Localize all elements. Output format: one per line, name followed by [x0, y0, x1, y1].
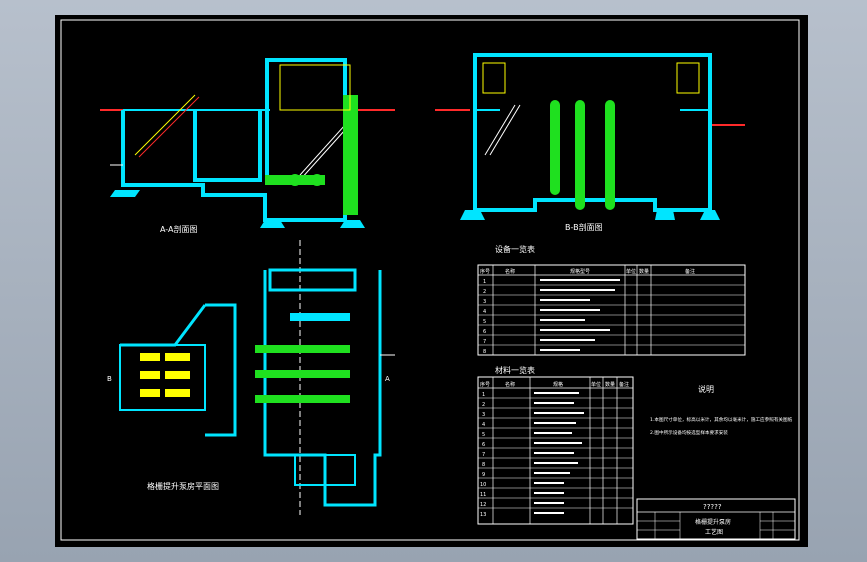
plan-inlet-wing [120, 304, 207, 347]
mat-row-num: 4 [482, 422, 485, 428]
screen [165, 389, 190, 397]
mat-row-num: 13 [480, 512, 486, 518]
mat-row-num: 11 [480, 492, 486, 498]
footing [110, 190, 140, 197]
mat-row-num: 7 [482, 452, 485, 458]
mat-header-note: 备注 [619, 381, 629, 388]
equip-row-num: 2 [483, 289, 486, 295]
screen [165, 371, 190, 379]
section-bb [435, 53, 745, 220]
equip-row-num: 6 [483, 329, 486, 335]
title-block-header: ????? [703, 503, 722, 511]
equip-row-numbers: 1 2 3 4 5 6 7 8 [483, 279, 486, 355]
materials-table [477, 376, 634, 525]
stair [299, 124, 346, 181]
note-line-2: 2.图中所示设备均按选型样本要求安装 [650, 429, 728, 436]
mat-header-qty: 数量 [605, 381, 615, 388]
mat-row-num: 12 [480, 502, 486, 508]
mat-header-name: 名称 [505, 381, 515, 388]
plan-inlet-wall [205, 303, 237, 437]
equip-header-no: 序号 [480, 268, 490, 275]
pump-column [343, 95, 358, 215]
section-marker-a: A [385, 375, 390, 383]
screen [140, 371, 160, 379]
equip-header-name: 名称 [505, 268, 515, 275]
drawing-name-line2: 工艺图 [705, 528, 723, 536]
pump-line [255, 345, 350, 353]
section-marker-b: B [107, 375, 112, 383]
equip-header-spec: 规格型号 [570, 268, 590, 275]
drawing-border [60, 19, 800, 541]
equip-header-unit: 单位 [626, 268, 636, 275]
equip-row-num: 5 [483, 319, 486, 325]
notes-title: 说明 [698, 384, 714, 394]
mat-row-num: 2 [482, 402, 485, 408]
mat-row-num: 10 [480, 482, 486, 488]
window [482, 62, 506, 94]
view-title-plan: 格栅提升泵房平面图 [147, 481, 219, 491]
pump-house-wall [473, 53, 712, 212]
screen-grating [138, 96, 200, 158]
equip-row-num: 4 [483, 309, 486, 315]
screen [140, 353, 160, 361]
valve [289, 174, 301, 186]
pump-line [255, 395, 350, 403]
grit-chamber [119, 344, 206, 411]
equip-row-num: 3 [483, 299, 486, 305]
mat-row-num: 8 [482, 462, 485, 468]
note-line-1: 1.本图尺寸单位，标高以米计，其余均以毫米计，施工应参照有关图纸 [650, 416, 793, 423]
pump-line [255, 370, 350, 378]
equip-row-num: 7 [483, 339, 486, 345]
window [676, 62, 700, 94]
mat-row-numbers: 1 2 3 4 5 6 7 8 9 10 11 12 13 [480, 392, 486, 518]
section-aa [100, 58, 395, 228]
drawing-sheet: A-A剖面图 B-B剖面图 A B 格栅提升泵房平面图 设备一览表 序号 名称 … [55, 15, 808, 547]
mat-header-spec: 规格 [553, 381, 563, 388]
equip-header-note: 备注 [685, 268, 695, 275]
screen-grating [134, 94, 196, 156]
mat-row-num: 9 [482, 472, 485, 478]
pipe [290, 313, 350, 321]
materials-table-frame [477, 376, 634, 525]
drawing-name-line1: 格栅提升泵房 [695, 518, 731, 526]
screen [165, 353, 190, 361]
equip-header-qty: 数量 [639, 268, 649, 275]
pump-column [575, 100, 585, 210]
equipment-table-frame [477, 264, 746, 356]
pump-column [550, 100, 560, 195]
valve [311, 174, 323, 186]
mat-row-num: 5 [482, 432, 485, 438]
mat-row-num: 1 [482, 392, 485, 398]
equipment-table-title: 设备一览表 [495, 244, 535, 254]
equip-row-num: 8 [483, 349, 486, 355]
cad-drawing: A-A剖面图 B-B剖面图 A B 格栅提升泵房平面图 设备一览表 序号 名称 … [60, 19, 800, 541]
mat-header-no: 序号 [480, 381, 490, 388]
screen [140, 389, 160, 397]
plan-outer-wall [263, 270, 382, 507]
equip-row-num: 1 [483, 279, 486, 285]
plan-view [119, 240, 395, 515]
footing [655, 210, 675, 220]
mat-header-unit: 单位 [591, 381, 601, 388]
stair [484, 104, 521, 156]
mat-row-num: 3 [482, 412, 485, 418]
view-title-aa: A-A剖面图 [160, 224, 197, 234]
top-channel [268, 268, 357, 292]
screen-chamber [193, 110, 262, 182]
view-title-bb: B-B剖面图 [565, 222, 603, 232]
pump-column [605, 100, 615, 210]
hoist-frame [279, 64, 351, 111]
equipment-table [477, 264, 746, 356]
materials-table-title: 材料一览表 [495, 365, 535, 375]
mat-row-num: 6 [482, 442, 485, 448]
